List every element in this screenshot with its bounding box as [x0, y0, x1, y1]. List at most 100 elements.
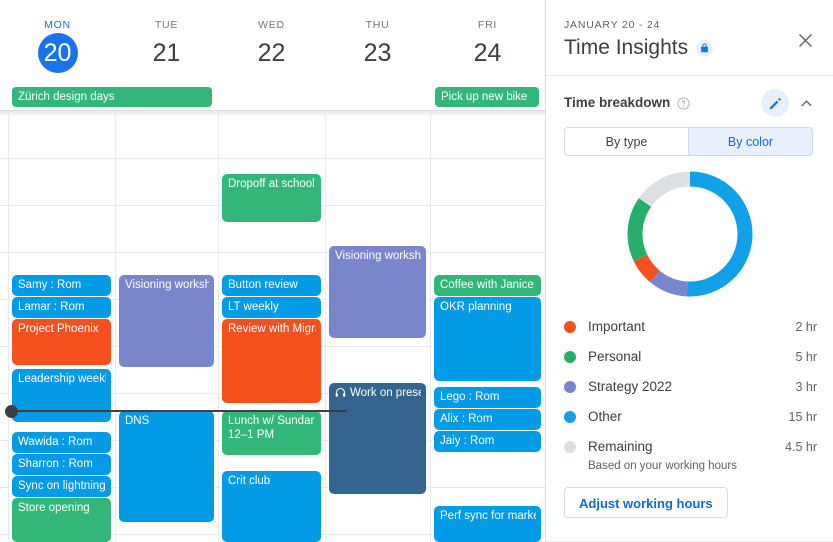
day-gridline — [8, 111, 9, 542]
event-title: Lamar : Rom — [18, 301, 85, 313]
legend-note: Based on your working hours — [588, 460, 737, 472]
legend-value: 5 hr — [795, 350, 817, 364]
day-gridline — [218, 111, 219, 542]
event-title: Store opening — [18, 502, 90, 514]
event-title: Visioning workshop — [125, 279, 209, 291]
calendar-event[interactable]: Alix : Rom — [434, 409, 541, 430]
calendar-event[interactable]: Crit club — [222, 471, 321, 542]
hour-gridline — [0, 111, 545, 112]
calendar-event[interactable]: LT weekly — [222, 297, 321, 318]
calendar-app: MON 20 TUE 21 WED 22 THU 23 FRI 24 Zürich design … — [0, 0, 833, 542]
day-number[interactable]: 20 — [37, 33, 78, 73]
toggle-by-type[interactable]: By type — [564, 127, 688, 156]
day-header-wed[interactable]: WED 22 — [218, 0, 325, 86]
day-number[interactable]: 24 — [430, 36, 545, 70]
calendar-event[interactable]: Lamar : Rom — [12, 297, 111, 318]
hour-gridline — [0, 158, 545, 159]
event-subtitle: 12–1 PM — [228, 429, 275, 441]
calendar-event[interactable]: Coffee with Janice — [434, 275, 541, 296]
time-breakdown-header: Time breakdown — [564, 89, 817, 117]
day-of-week-label: THU — [365, 19, 390, 31]
day-header-thu[interactable]: THU 23 — [325, 0, 430, 86]
calendar-event[interactable]: Samy : Rom — [12, 275, 111, 296]
calendar-event[interactable]: Leadership weekly — [12, 369, 111, 422]
adjust-working-hours-button[interactable]: Adjust working hours — [564, 487, 728, 518]
calendar-event[interactable]: Project Phoenix — [12, 319, 111, 365]
calendar-event[interactable]: OKR planning — [434, 297, 541, 381]
donut-slice[interactable] — [638, 171, 690, 207]
day-of-week-label: MON — [44, 19, 71, 31]
close-icon[interactable] — [793, 28, 817, 52]
donut-slice[interactable] — [627, 198, 651, 262]
current-time-dot — [5, 405, 18, 418]
donut-slice[interactable] — [686, 171, 752, 297]
legend-item[interactable]: Strategy 2022 3 hr — [564, 372, 817, 402]
event-title: Jaiy : Rom — [440, 435, 495, 447]
calendar-event[interactable]: Sync on lightning — [12, 476, 111, 497]
event-title: Review with Migration — [228, 323, 316, 335]
headphones-icon — [335, 387, 346, 398]
calendar-event[interactable]: Jaiy : Rom — [434, 431, 541, 452]
chart-legend: Important 2 hr Personal 5 hr Strategy 2022 3 … — [546, 312, 833, 474]
calendar-event[interactable]: Dropoff at school — [222, 174, 321, 222]
donut-slice[interactable] — [649, 270, 688, 297]
day-number[interactable]: 21 — [115, 36, 218, 70]
event-title: Samy : Rom — [18, 279, 82, 291]
legend-value: 15 hr — [788, 410, 818, 424]
legend-value: 2 hr — [795, 320, 817, 334]
toggle-by-color[interactable]: By color — [688, 127, 813, 156]
event-title: Work on presentation — [335, 386, 421, 400]
event-title: Leadership weekly — [18, 373, 106, 385]
calendar-event[interactable]: Review with Migration — [222, 319, 321, 403]
calendar-event[interactable]: Sharron : Rom — [12, 454, 111, 475]
day-number[interactable]: 23 — [325, 36, 430, 70]
legend-label: Personal — [588, 349, 642, 364]
all-day-event[interactable]: Pick up new bike — [435, 87, 539, 107]
day-header-mon[interactable]: MON 20 — [0, 0, 115, 86]
calendar-event[interactable]: Lego : Rom — [434, 387, 541, 408]
chevron-up-icon[interactable] — [795, 92, 817, 114]
calendar-event[interactable]: Lunch w/ Sundar 12–1 PM — [222, 411, 321, 455]
calendar-event[interactable]: Perf sync for marketing — [434, 506, 541, 542]
event-title: Dropoff at school — [228, 178, 315, 190]
pencil-icon[interactable] — [761, 89, 789, 117]
event-title: Perf sync for marketing — [440, 510, 536, 522]
event-title: Sync on lightning — [18, 480, 106, 492]
event-title: OKR planning — [440, 301, 512, 313]
day-of-week-label: TUE — [154, 19, 179, 31]
day-gridline — [430, 111, 431, 542]
calendar-event[interactable]: Store opening — [12, 498, 111, 542]
donut-slice[interactable] — [633, 254, 660, 283]
calendar-event[interactable]: Work on presentation — [329, 383, 426, 494]
event-title: Coffee with Janice — [440, 279, 534, 291]
section-title: Time breakdown — [564, 95, 671, 110]
calendar-event[interactable]: DNS — [119, 411, 214, 522]
legend-item[interactable]: Other 15 hr — [564, 402, 817, 432]
breakdown-mode-toggle[interactable]: By type By color — [564, 127, 813, 156]
calendar-event[interactable]: Button review — [222, 275, 321, 296]
legend-item[interactable]: Personal 5 hr — [564, 342, 817, 372]
time-insights-panel: JANUARY 20 - 24 Time Insights Time break… — [545, 0, 833, 542]
event-title: Button review — [228, 279, 298, 291]
day-header-fri[interactable]: FRI 24 — [430, 0, 545, 86]
event-title: Sharron : Rom — [18, 458, 93, 470]
day-of-week-label: FRI — [477, 19, 498, 31]
legend-item[interactable]: Important 2 hr — [564, 312, 817, 342]
legend-label: Remaining — [588, 439, 653, 454]
calendar-event[interactable]: Wawida : Rom — [12, 432, 111, 453]
time-breakdown-section: Time breakdown By type By color — [546, 76, 833, 156]
date-range-label: JANUARY 20 - 24 — [564, 19, 661, 31]
event-title: Visioning workshop — [335, 250, 421, 262]
time-grid[interactable]: Dropoff at school Visioning workshop Samy … — [0, 111, 545, 542]
calendar-event[interactable]: Visioning workshop — [329, 246, 426, 338]
help-icon[interactable] — [677, 96, 690, 110]
event-title: Project Phoenix — [18, 323, 99, 335]
calendar-event[interactable]: Visioning workshop — [119, 275, 214, 367]
panel-header: JANUARY 20 - 24 Time Insights — [546, 0, 833, 76]
day-header-tue[interactable]: TUE 21 — [115, 0, 218, 86]
day-number[interactable]: 22 — [218, 36, 325, 70]
legend-color-dot — [564, 321, 576, 333]
all-day-event[interactable]: Zürich design days — [12, 87, 212, 107]
calendar-grid-view: MON 20 TUE 21 WED 22 THU 23 FRI 24 Zürich design … — [0, 0, 545, 542]
legend-value: 3 hr — [795, 380, 817, 394]
